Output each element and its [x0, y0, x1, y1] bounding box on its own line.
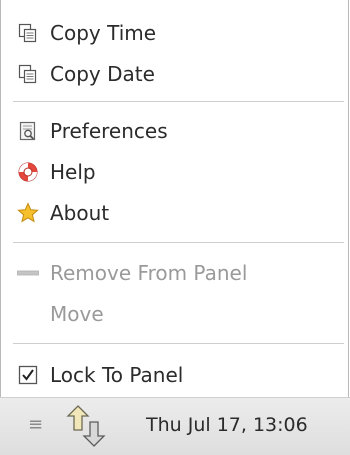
menu-item-label: Help: [50, 160, 96, 184]
menu-item-preferences[interactable]: Preferences: [1, 111, 348, 151]
clock-label[interactable]: Thu Jul 17, 13:06: [146, 414, 308, 436]
menu-item-label: Move: [50, 302, 104, 326]
menu-item-label: Remove From Panel: [50, 261, 248, 285]
copy-icon: [17, 22, 39, 44]
menu-item-lock-to-panel[interactable]: Lock To Panel: [1, 355, 348, 395]
panel-handle-icon[interactable]: ≡: [28, 414, 43, 435]
menu-item-label: About: [50, 201, 110, 225]
menu-item-label: Preferences: [50, 119, 168, 143]
menu-item-help[interactable]: Help: [1, 152, 348, 192]
menu-separator: [13, 242, 344, 243]
menu-item-label: Lock To Panel: [50, 363, 184, 387]
menu-item-remove-from-panel[interactable]: Remove From Panel: [1, 253, 348, 293]
preferences-icon: [17, 120, 39, 142]
menu-item-copy-date[interactable]: Copy Date: [1, 54, 348, 94]
star-icon: [17, 202, 39, 224]
menu-separator: [13, 343, 344, 344]
menu-item-label: Copy Date: [50, 62, 155, 86]
context-menu: Copy Time Copy Date Preferences Help Abo…: [0, 0, 349, 397]
menu-separator: [13, 101, 344, 102]
up-down-arrows-icon[interactable]: [66, 404, 106, 448]
menu-item-about[interactable]: About: [1, 193, 348, 233]
menu-item-label: Copy Time: [50, 21, 157, 45]
copy-icon: [17, 63, 39, 85]
checkbox-icon[interactable]: [17, 364, 39, 386]
menu-item-move[interactable]: Move: [1, 294, 348, 334]
remove-bar-icon: [17, 262, 39, 284]
help-lifebuoy-icon: [17, 161, 39, 183]
bottom-panel: ≡ Thu Jul 17, 13:06: [0, 397, 350, 455]
menu-item-copy-time[interactable]: Copy Time: [1, 13, 348, 53]
